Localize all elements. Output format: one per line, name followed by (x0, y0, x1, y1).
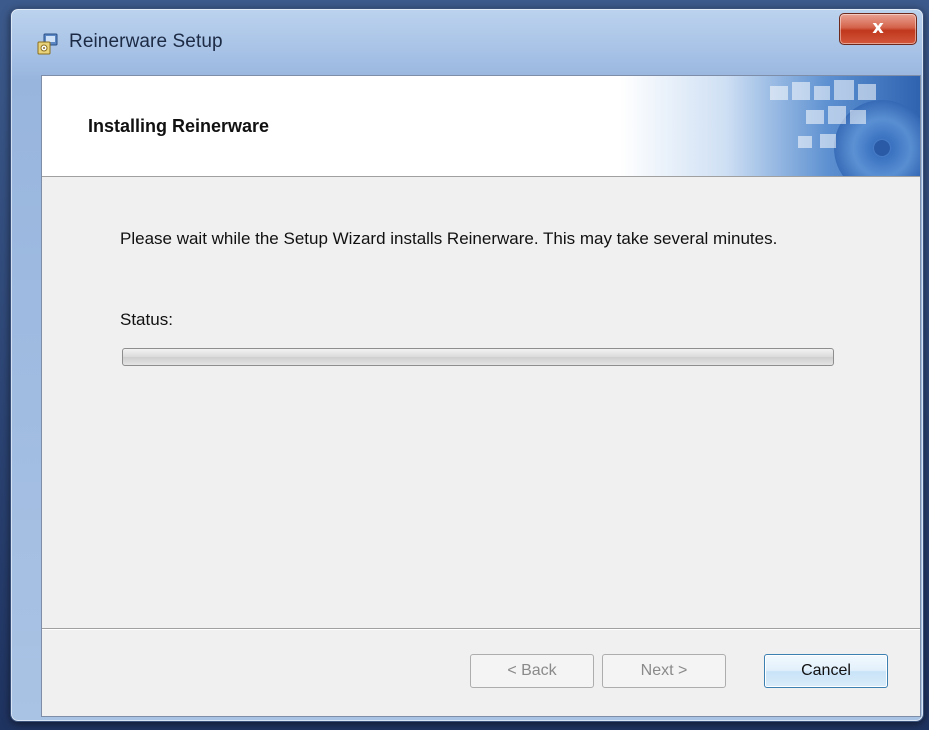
close-button[interactable]: x (839, 13, 917, 45)
page-title: Installing Reinerware (88, 116, 270, 136)
setup-window: Reinerware Setup x Installing Reinerware (10, 8, 924, 722)
installer-icon (37, 33, 59, 55)
back-button[interactable]: < Back (470, 654, 594, 688)
cancel-button[interactable]: Cancel (764, 654, 888, 688)
progress-bar (122, 348, 834, 366)
wizard-banner: Installing Reinerware (42, 76, 920, 177)
banner-graphic (620, 76, 920, 176)
window-title: Reinerware Setup (69, 31, 223, 52)
status-label: Status: (120, 310, 173, 329)
install-message: Please wait while the Setup Wizard insta… (120, 229, 778, 248)
title-bar[interactable]: Reinerware Setup x (11, 9, 923, 81)
close-icon: x (872, 17, 884, 38)
next-button[interactable]: Next > (602, 654, 726, 688)
footer-divider (42, 628, 920, 630)
wizard-client-area: Installing Reinerware Please wait while … (41, 75, 921, 717)
